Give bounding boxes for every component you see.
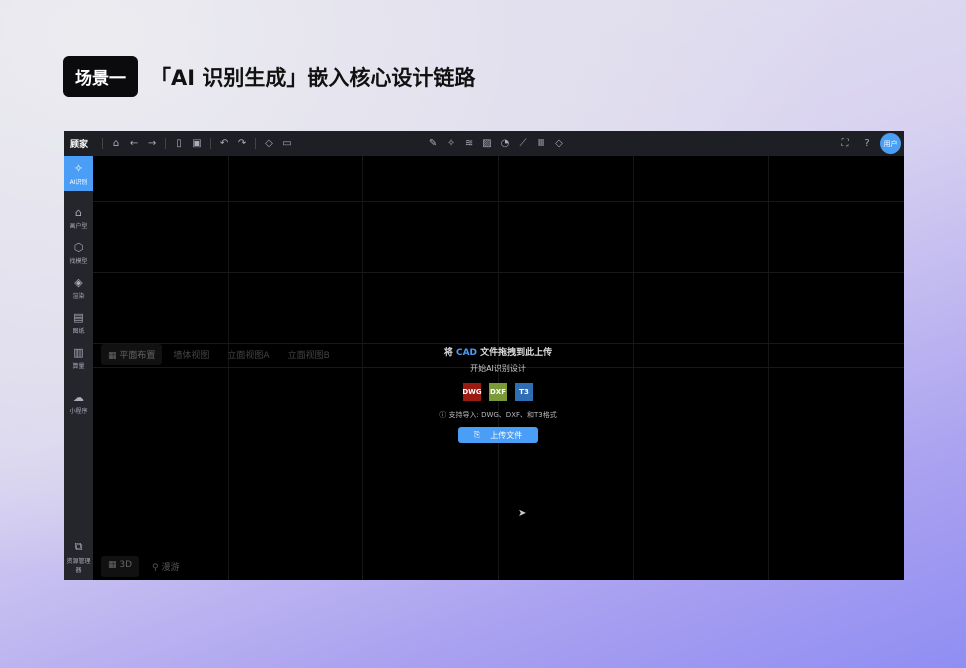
divider	[165, 138, 167, 149]
mouse-cursor-icon: ➤	[518, 508, 527, 519]
upload-panel: 将 CAD 文件拖拽到此上传 开始AI识别设计 DWG DXF T3 ⓘ 支持导…	[433, 345, 563, 443]
sidebar-item-drawings[interactable]: ▤ 图纸	[64, 305, 93, 340]
trash-icon[interactable]: ▭	[278, 138, 296, 149]
pen-icon[interactable]: ✎	[424, 138, 442, 149]
redo-icon[interactable]: ↷	[233, 138, 251, 149]
cloud-icon: ☁	[73, 390, 84, 404]
columns-icon[interactable]: Ⅲ	[532, 138, 550, 149]
divider	[210, 138, 212, 149]
forward-icon[interactable]: →	[143, 138, 161, 149]
upload-title: 将 CAD 文件拖拽到此上传	[433, 345, 563, 358]
sidebar-item-label: 图纸	[72, 327, 85, 335]
sidebar-item-label: AI识别	[69, 178, 88, 186]
cube-icon: ⬡	[73, 240, 84, 254]
sidebar-item-floorplan[interactable]: ⌂ 画户型	[64, 200, 93, 235]
upload-button-label: 上传文件	[490, 430, 523, 440]
sidebar-item-label: 画户型	[69, 222, 88, 230]
fullscreen-icon[interactable]: ⛶	[836, 138, 854, 149]
upload-subtitle: 开始AI识别设计	[470, 364, 526, 373]
eraser-icon[interactable]: ◇	[550, 138, 568, 149]
sidebar-item-miniprogram[interactable]: ☁ 小程序	[64, 385, 93, 420]
view-tabs: ▦ 平面布置 墙体视图 立面视图A 立面视图B	[101, 344, 337, 365]
sidebar-item-ai[interactable]: ✧ AI识别	[64, 156, 93, 191]
sidebar-item-label: 找模型	[69, 257, 88, 265]
sidebar-item-render[interactable]: ◈ 渲染	[64, 270, 93, 305]
tab-label: 3D	[119, 560, 133, 570]
text: 文件拖拽到此上传	[477, 348, 553, 358]
magic-wand-icon[interactable]: ✧	[442, 138, 460, 149]
dwg-icon: DWG	[462, 383, 482, 401]
walk-icon: ⚲	[152, 563, 159, 573]
grid-line	[768, 156, 769, 580]
t3-icon: T3	[515, 383, 533, 401]
app-window: 顾家 ⌂ ← → ▯ ▣ ↶ ↷ ◇ ▭ ✎ ✧ ≋ ▨ ◔ ⟋ Ⅲ ◇ ⛶ ?…	[64, 131, 904, 580]
sidebar-item-label: 渲染	[72, 292, 85, 300]
bottom-tabs: ▦ 3D ⚲ 漫游	[101, 556, 187, 577]
tab-floor-plan[interactable]: ▦ 平面布置	[101, 344, 163, 365]
divider	[255, 138, 257, 149]
paint-bucket-icon: ◈	[74, 275, 83, 289]
tab-tour[interactable]: ⚲ 漫游	[145, 556, 186, 577]
grid-line	[633, 156, 634, 580]
design-canvas[interactable]: ▦ 平面布置 墙体视图 立面视图A 立面视图B 将 CAD 文件拖拽到此上传 开…	[93, 156, 904, 580]
sidebar-item-label: 算量	[72, 362, 85, 370]
format-icons: DWG DXF T3	[433, 383, 563, 401]
tab-wall-view[interactable]: 墙体视图	[166, 344, 216, 365]
support-label: 支持导入: DWG、DXF、和T3格式	[448, 411, 557, 419]
grid-line	[362, 156, 363, 580]
scene-header: 场景一 「AI 识别生成」嵌入核心设计链路	[63, 56, 475, 97]
magic-wand-icon: ✧	[73, 161, 84, 175]
text: 将	[443, 348, 456, 358]
sidebar-item-label: 资源管理器	[66, 557, 91, 574]
logo: 顾家	[70, 140, 89, 150]
tab-elevation-b[interactable]: 立面视图B	[281, 344, 337, 365]
avatar[interactable]: 用户	[880, 133, 901, 154]
ruler-icon[interactable]: ⟋	[514, 138, 532, 149]
tab-3d[interactable]: ▦ 3D	[101, 556, 140, 577]
save-icon[interactable]: ▣	[188, 138, 206, 149]
sidebar-item-label: 小程序	[69, 407, 88, 415]
support-text: ⓘ 支持导入: DWG、DXF、和T3格式	[433, 410, 563, 420]
scene-title: 「AI 识别生成」嵌入核心设计链路	[150, 65, 476, 90]
tab-label: 漫游	[161, 563, 180, 573]
back-icon[interactable]: ←	[125, 138, 143, 149]
tree-icon: ⧉	[74, 539, 83, 553]
undo-icon[interactable]: ↶	[215, 138, 233, 149]
calculator-icon: ▥	[73, 345, 84, 359]
sidebar-item-models[interactable]: ⬡ 找模型	[64, 235, 93, 270]
sidebar-item-resources[interactable]: ⧉ 资源管理器	[64, 539, 93, 574]
image-icon[interactable]: ▨	[478, 138, 496, 149]
info-icon: ⓘ	[439, 411, 447, 419]
dxf-icon: DXF	[489, 383, 507, 401]
scene-badge: 场景一	[63, 56, 138, 97]
home-icon: ⌂	[75, 205, 82, 219]
file-upload-icon: ⎘	[473, 430, 481, 439]
tab-elevation-a[interactable]: 立面视图A	[220, 344, 276, 365]
tab-label: 平面布置	[119, 351, 156, 361]
upload-button[interactable]: ⎘ 上传文件	[458, 427, 538, 443]
top-toolbar: 顾家 ⌂ ← → ▯ ▣ ↶ ↷ ◇ ▭ ✎ ✧ ≋ ▨ ◔ ⟋ Ⅲ ◇ ⛶ ?…	[64, 131, 904, 156]
grid-line	[228, 156, 229, 580]
grid-line	[93, 201, 904, 202]
sidebar-item-quantity[interactable]: ▥ 算量	[64, 340, 93, 375]
cad-highlight: CAD	[455, 348, 478, 358]
sidebar: ✧ AI识别 ⌂ 画户型 ⬡ 找模型 ◈ 渲染 ▤ 图纸 ▥ 算量 ☁ 小程序 ⧉ 资源管理器	[64, 156, 93, 580]
divider	[102, 138, 104, 149]
home-icon[interactable]: ⌂	[107, 138, 125, 149]
palette-icon[interactable]: ◔	[496, 138, 514, 149]
eraser-icon[interactable]: ◇	[260, 138, 278, 149]
file-icon[interactable]: ▯	[170, 138, 188, 149]
layers-icon[interactable]: ≋	[460, 138, 478, 149]
help-icon[interactable]: ?	[858, 138, 876, 149]
document-icon: ▤	[73, 310, 84, 324]
grid-line	[93, 272, 904, 273]
